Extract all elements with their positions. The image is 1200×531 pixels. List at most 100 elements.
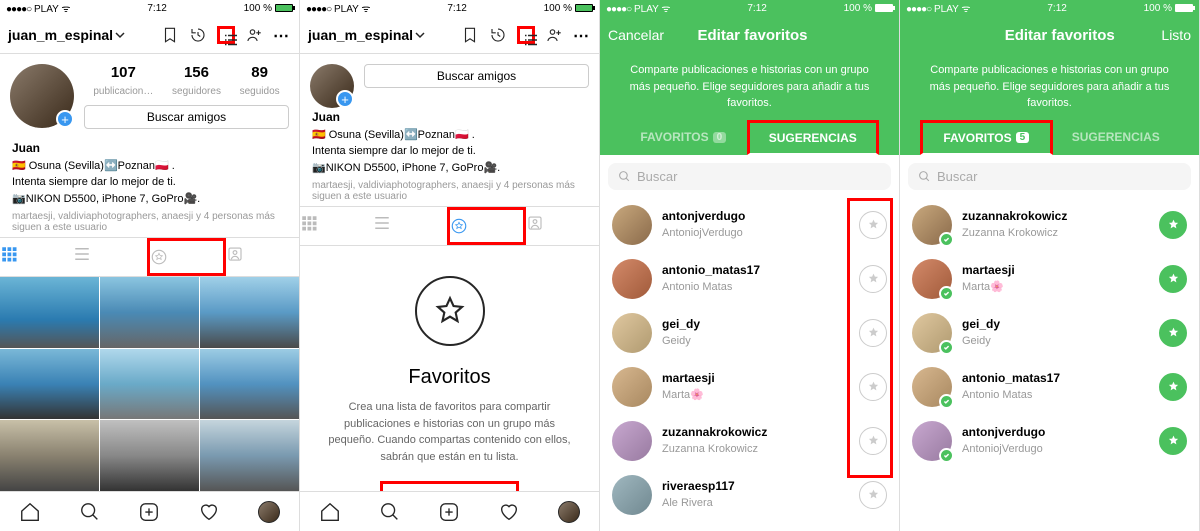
list-item[interactable]: martaesjiMarta🌸 (600, 360, 899, 414)
tab-tagged[interactable] (526, 207, 599, 245)
nav-activity[interactable] (179, 492, 239, 531)
list-item[interactable]: antonio_matas17Antonio Matas (600, 252, 899, 306)
nav-profile[interactable] (239, 492, 299, 531)
add-story-icon[interactable]: + (336, 90, 354, 108)
more-icon[interactable]: ⋯ (573, 26, 591, 44)
find-friends-button[interactable]: Buscar amigos (364, 64, 589, 88)
cancel-button[interactable]: Cancelar (608, 27, 664, 43)
user-info: antonjverdugoAntoniojVerdugo (662, 209, 849, 241)
bottom-nav (0, 491, 299, 531)
profile-topbar: juan_m_espinal ⋯ (300, 16, 599, 54)
user-info: antonio_matas17Antonio Matas (662, 263, 849, 295)
user-info: zuzannakrokowiczZuzanna Krokowicz (662, 425, 849, 457)
username-dropdown[interactable]: juan_m_espinal (308, 27, 425, 43)
bio: Juan 🇪🇸 Osuna (Sevilla)↔️Poznan🇵🇱 . Inte… (0, 139, 299, 207)
status-bar: ●●●●○ PLAY ᯤ 7:12 100 % (300, 0, 599, 16)
tab-favorites[interactable] (447, 207, 526, 245)
tab-favorites[interactable] (147, 238, 226, 276)
choose-favorites-button[interactable]: Elegir tus favoritos (380, 481, 519, 491)
star-toggle[interactable] (859, 373, 887, 401)
user-info: riveraesp117Ale Rivera (662, 479, 849, 511)
user-info: martaesjiMarta🌸 (962, 263, 1149, 295)
stat-posts[interactable]: 107publicacion… (93, 64, 153, 99)
search-input[interactable]: Buscar (608, 163, 891, 190)
star-toggle[interactable] (1159, 319, 1187, 347)
avatar (912, 259, 952, 299)
bookmark-icon[interactable] (461, 26, 479, 44)
list-item[interactable]: antonjverdugoAntoniojVerdugo (900, 414, 1199, 468)
find-friends-button[interactable]: Buscar amigos (84, 105, 289, 129)
star-toggle[interactable] (1159, 427, 1187, 455)
tab-sugerencias[interactable]: SUGERENCIAS (747, 120, 880, 155)
view-tabs (0, 237, 299, 277)
avatar (612, 367, 652, 407)
avatar[interactable]: + (10, 64, 74, 128)
user-info: martaesjiMarta🌸 (662, 371, 849, 403)
bookmark-icon[interactable] (161, 26, 179, 44)
status-bar: ●●●●○ PLAY ᯤ 7:12 100 % (0, 0, 299, 16)
history-icon[interactable] (489, 26, 507, 44)
add-story-icon[interactable]: + (56, 110, 74, 128)
history-icon[interactable] (189, 26, 207, 44)
avatar (612, 421, 652, 461)
more-icon[interactable]: ⋯ (273, 26, 291, 44)
screen-edit-favoritos: ●●●●○ PLAY ᯤ 7:12 100 % Editar favoritos… (900, 0, 1200, 531)
nav-search[interactable] (60, 492, 120, 531)
star-toggle[interactable] (1159, 265, 1187, 293)
username-dropdown[interactable]: juan_m_espinal (8, 27, 125, 43)
star-toggle[interactable] (859, 427, 887, 455)
list-item[interactable]: antonjverdugoAntoniojVerdugo (600, 198, 899, 252)
list-item[interactable]: antonio_matas17Antonio Matas (900, 360, 1199, 414)
tab-sugerencias[interactable]: SUGERENCIAS (1053, 120, 1180, 155)
avatar (912, 367, 952, 407)
avatar (612, 313, 652, 353)
nav-search[interactable] (360, 492, 420, 531)
suggestions-list: antonjverdugoAntoniojVerdugo antonio_mata… (600, 198, 899, 531)
profile-topbar: juan_m_espinal ⋯ (0, 16, 299, 54)
stat-followers[interactable]: 156seguidores (172, 64, 221, 99)
tab-grid[interactable] (0, 238, 73, 276)
status-bar: ●●●●○ PLAY ᯤ 7:12 100 % (600, 0, 899, 16)
star-toggle[interactable] (1159, 211, 1187, 239)
photo-grid[interactable] (0, 277, 299, 491)
favorites-list-icon[interactable] (217, 26, 235, 44)
tab-favoritos[interactable]: FAVORITOS5 (920, 120, 1053, 155)
tab-list[interactable] (73, 238, 146, 276)
nav-profile[interactable] (539, 492, 599, 531)
avatar[interactable]: + (310, 64, 354, 108)
star-toggle[interactable] (1159, 373, 1187, 401)
avatar (612, 475, 652, 515)
avatar (612, 259, 652, 299)
user-info: antonio_matas17Antonio Matas (962, 371, 1149, 403)
list-item[interactable]: zuzannakrokowiczZuzanna Krokowicz (600, 414, 899, 468)
user-info: gei_dyGeidy (962, 317, 1149, 349)
list-item[interactable]: gei_dyGeidy (900, 306, 1199, 360)
star-icon (415, 276, 485, 346)
star-toggle[interactable] (859, 481, 887, 509)
tab-grid[interactable] (300, 207, 373, 245)
edit-topbar: Cancelar Editar favoritos (600, 16, 899, 54)
star-toggle[interactable] (859, 211, 887, 239)
favorites-list-icon[interactable] (517, 26, 535, 44)
list-item[interactable]: riveraesp117Ale Rivera (600, 468, 899, 522)
nav-home[interactable] (0, 492, 60, 531)
star-toggle[interactable] (859, 319, 887, 347)
search-input[interactable]: Buscar (908, 163, 1191, 190)
favorites-desc: Crea una lista de favoritos para compart… (320, 399, 579, 465)
list-item[interactable]: gei_dyGeidy (600, 306, 899, 360)
list-item[interactable]: martaesjiMarta🌸 (900, 252, 1199, 306)
add-person-icon[interactable] (545, 26, 563, 44)
nav-add[interactable] (120, 492, 180, 531)
tab-tagged[interactable] (226, 238, 299, 276)
add-person-icon[interactable] (245, 26, 263, 44)
nav-add[interactable] (420, 492, 480, 531)
nav-home[interactable] (300, 492, 360, 531)
nav-activity[interactable] (479, 492, 539, 531)
star-toggle[interactable] (859, 265, 887, 293)
list-item[interactable]: zuzannakrokowiczZuzanna Krokowicz (900, 198, 1199, 252)
tab-list[interactable] (373, 207, 446, 245)
tab-favoritos[interactable]: FAVORITOS0 (620, 120, 747, 155)
done-button[interactable]: Listo (1161, 27, 1191, 43)
stat-following[interactable]: 89seguidos (240, 64, 280, 99)
avatar (912, 205, 952, 245)
